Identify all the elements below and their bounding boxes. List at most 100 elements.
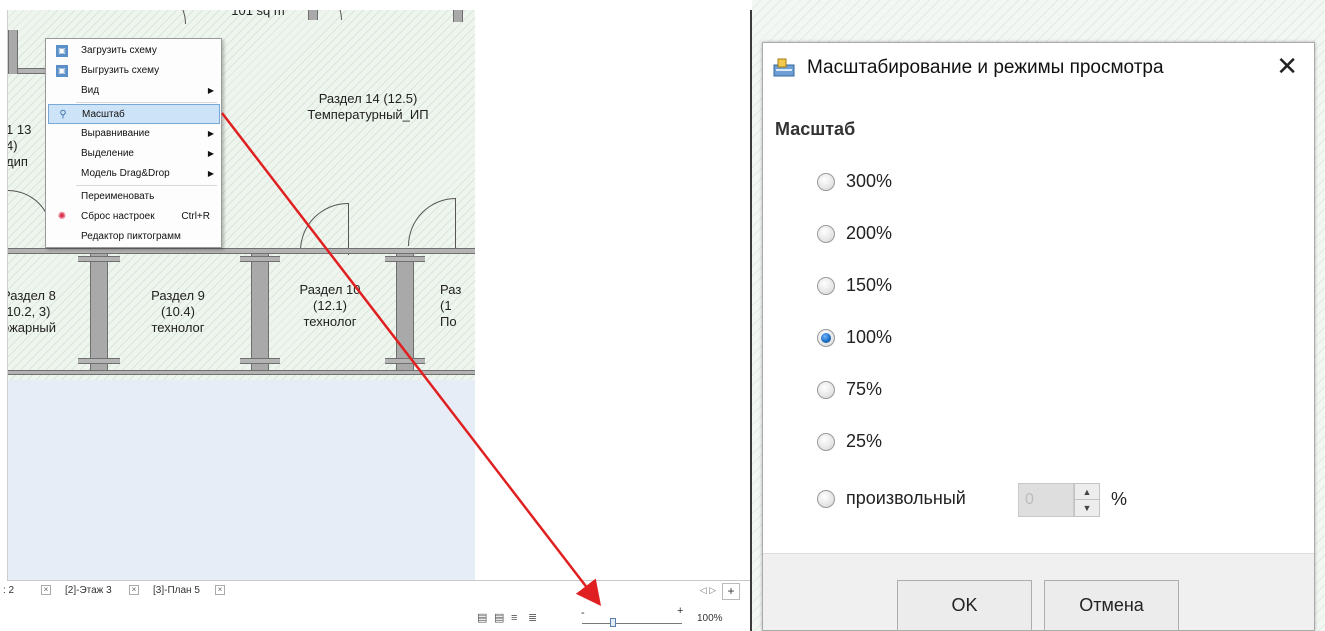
magnifier-icon: ⚲ — [59, 109, 67, 120]
menu-item-label: Переименовать — [81, 191, 155, 202]
door-arc — [408, 198, 456, 246]
plan-empty-area — [8, 380, 475, 580]
wall — [240, 256, 280, 262]
area-label: 101 sq m — [231, 10, 285, 18]
wall — [78, 256, 120, 262]
radio-label: произвольный — [846, 488, 966, 508]
zoom-out-button[interactable]: - — [581, 607, 585, 619]
add-tab-button[interactable]: + — [722, 583, 740, 600]
menu-item-selection[interactable]: Выделение ▶ — [48, 144, 220, 164]
zoom-value: 100% — [697, 613, 723, 624]
menu-item-reset-settings[interactable]: ✺ Сброс настроек Ctrl+R — [48, 207, 220, 227]
menu-item-view[interactable]: Вид ▶ — [48, 81, 220, 101]
dialog-footer: OK Отмена — [763, 553, 1314, 631]
zoom-in-button[interactable]: + — [677, 605, 683, 617]
door-leaf — [455, 198, 456, 254]
dialog-app-icon — [773, 58, 795, 77]
menu-item-label: Выравнивание — [81, 128, 150, 139]
align-left-icon[interactable]: ▤ — [494, 613, 508, 624]
menu-item-label: Сброс настроек — [81, 211, 155, 222]
spin-down-icon[interactable]: ▼ — [1075, 500, 1099, 516]
menu-item-label: Редактор пиктограмм — [81, 231, 181, 242]
scale-section-label: Масштаб — [775, 119, 856, 139]
radio-button[interactable] — [817, 277, 835, 295]
custom-scale-input[interactable]: 0 — [1018, 483, 1074, 517]
status-bar: ▤ ▤ ≡ ≣ - + 100% — [7, 603, 750, 631]
submenu-arrow-icon: ▶ — [207, 169, 214, 178]
radio-button[interactable] — [817, 490, 835, 508]
room-label-9: Раздел 9 (10.4) технолог — [151, 288, 205, 335]
tabs-scroll-arrows-icon[interactable]: ◁ ▷ — [700, 585, 716, 596]
wall — [453, 10, 463, 22]
tab-floor-3[interactable]: [2]-Этаж 3 — [65, 585, 112, 596]
wall — [78, 358, 120, 364]
close-icon[interactable]: ✕ — [1276, 53, 1298, 79]
room-label-13: 1 13 4) дип — [7, 122, 32, 169]
radio-button[interactable] — [817, 225, 835, 243]
menu-item-export-scheme[interactable]: ▣ Выгрузить схему — [48, 61, 220, 81]
menu-item-load-scheme[interactable]: ▣ Загрузить схему — [48, 41, 220, 61]
radio-label: 25% — [846, 431, 883, 451]
tab-close-icon[interactable]: × — [41, 585, 51, 595]
dialog-title: Масштабирование и режимы просмотра — [807, 57, 1164, 78]
upload-scheme-icon: ▣ — [56, 45, 68, 57]
wall — [90, 254, 108, 370]
tab-partial[interactable]: : 2 — [3, 585, 14, 596]
download-scheme-icon: ▣ — [56, 65, 68, 77]
custom-scale-unit: % — [1111, 489, 1128, 509]
menu-separator — [76, 185, 217, 186]
menu-item-align[interactable]: Выравнивание ▶ — [48, 124, 220, 144]
align-right-icon[interactable]: ≡ — [511, 613, 525, 624]
menu-item-label: Загрузить схему — [81, 45, 157, 56]
wall — [396, 254, 414, 370]
zoom-slider-thumb[interactable] — [610, 618, 616, 627]
radio-label: 150% — [846, 275, 893, 295]
scale-dialog: Масштабирование и режимы просмотра ✕ Мас… — [762, 42, 1315, 631]
door-arc — [300, 203, 348, 251]
menu-item-icon-editor[interactable]: Редактор пиктограмм — [48, 227, 220, 247]
radio-button[interactable] — [817, 173, 835, 191]
wall — [385, 358, 425, 364]
radio-button[interactable] — [817, 433, 835, 451]
align-justify-icon[interactable]: ▤ — [477, 613, 491, 624]
radio-label: 200% — [846, 223, 893, 243]
screenshot-stage: 101 sq m 1 13 4) дип Раздел 14 (12.5) Те… — [0, 0, 1325, 631]
menu-item-rename[interactable]: Переименовать — [48, 187, 220, 207]
zoom-slider-track[interactable] — [582, 623, 682, 624]
door-arc — [146, 10, 186, 24]
tab-close-icon[interactable]: × — [129, 585, 139, 595]
radio-button[interactable] — [817, 381, 835, 399]
room-label-14: Раздел 14 (12.5) Температурный_ИП — [307, 91, 429, 122]
sheet-tabs-bar: : 2 × [2]-Этаж 3 × [3]-План 5 × ◁ ▷ + — [3, 580, 750, 602]
corridor-wall — [8, 370, 475, 375]
radio-button-checked[interactable] — [817, 329, 835, 347]
context-menu: ▣ Загрузить схему ▣ Выгрузить схему Вид … — [45, 38, 222, 248]
submenu-arrow-icon: ▶ — [207, 129, 214, 138]
submenu-arrow-icon: ▶ — [207, 149, 214, 158]
menu-item-scale[interactable]: ⚲ Масштаб — [48, 104, 220, 124]
ok-button[interactable]: OK — [897, 580, 1032, 631]
wall — [251, 254, 269, 370]
wall — [385, 256, 425, 262]
menu-item-label: Вид — [81, 85, 100, 96]
dialog-titlebar[interactable]: Масштабирование и режимы просмотра ✕ — [763, 43, 1314, 95]
align-center-icon[interactable]: ≣ — [528, 613, 542, 624]
radio-label: 100% — [846, 327, 893, 347]
room-label-partial: Раз (1 По — [440, 282, 462, 329]
menu-item-label: Масштаб — [82, 109, 125, 120]
radio-label: 75% — [846, 379, 883, 399]
menu-item-label: Выделение — [81, 148, 134, 159]
plan-editor: 101 sq m 1 13 4) дип Раздел 14 (12.5) Те… — [0, 0, 750, 631]
tab-plan-5[interactable]: [3]-План 5 — [153, 585, 200, 596]
reset-icon: ✺ — [57, 211, 67, 222]
wall — [8, 30, 18, 74]
menu-item-dragdrop-model[interactable]: Модель Drag&Drop ▶ — [48, 164, 220, 184]
radio-label: 300% — [846, 171, 893, 191]
menu-item-label: Выгрузить схему — [81, 65, 160, 76]
cancel-button[interactable]: Отмена — [1044, 580, 1179, 631]
menu-shortcut: Ctrl+R — [181, 211, 210, 222]
menu-separator — [76, 102, 217, 103]
custom-scale-spinner[interactable]: ▲ ▼ — [1074, 483, 1100, 517]
tab-close-icon[interactable]: × — [215, 585, 225, 595]
spin-up-icon[interactable]: ▲ — [1075, 484, 1099, 500]
